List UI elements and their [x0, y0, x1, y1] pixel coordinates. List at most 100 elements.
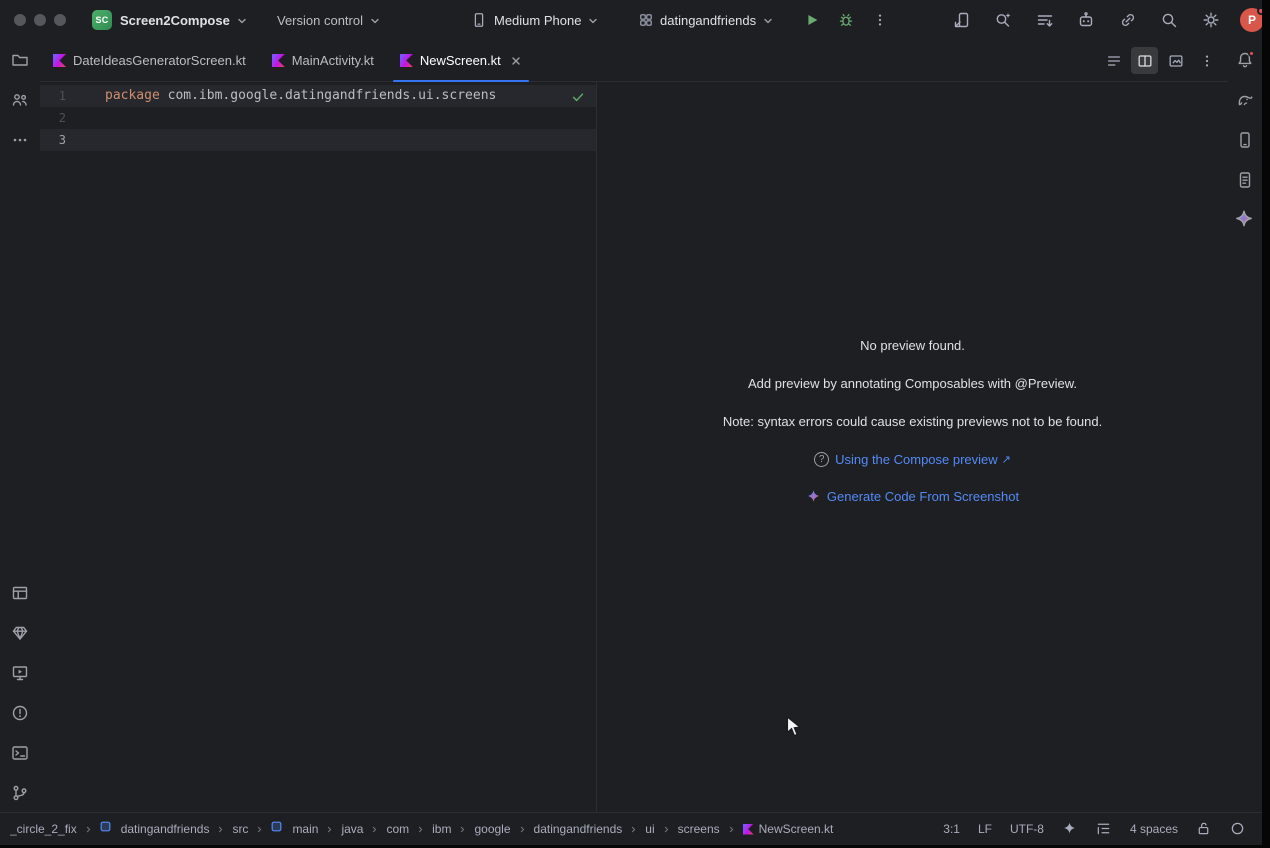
window-close-button[interactable] [14, 14, 26, 26]
caret-position-widget[interactable]: 3:1 [943, 822, 960, 836]
breadcrumb-item[interactable]: main [271, 821, 318, 837]
code-line: 2 [40, 107, 596, 129]
indent-widget[interactable]: 4 spaces [1130, 822, 1178, 836]
breadcrumb-item[interactable]: screens [678, 822, 720, 836]
chevron-right-icon [370, 825, 379, 834]
breadcrumb-label: datingandfriends [534, 822, 623, 836]
kotlin-file-icon [743, 824, 754, 835]
breadcrumb-item[interactable]: com [386, 822, 409, 836]
search-icon[interactable] [1157, 8, 1181, 32]
tab-newscreen[interactable]: NewScreen.kt [387, 40, 535, 81]
device-manager-icon[interactable] [1235, 130, 1255, 150]
version-control-branch-icon[interactable] [10, 783, 30, 803]
build-menu-icon[interactable] [1033, 8, 1057, 32]
running-devices-icon[interactable] [10, 663, 30, 683]
link-plugin-icon[interactable] [1116, 8, 1140, 32]
version-control-label: Version control [277, 13, 363, 28]
device-selector[interactable]: Medium Phone [470, 0, 599, 40]
project-icon: SC [92, 10, 112, 30]
app-module-icon [638, 12, 654, 28]
terminal-icon[interactable] [10, 743, 30, 763]
chevron-down-icon [236, 15, 248, 27]
run-actions [800, 8, 892, 32]
tab-mainactivity[interactable]: MainActivity.kt [259, 40, 387, 81]
breadcrumb-label: ui [645, 822, 654, 836]
ai-search-icon[interactable] [991, 8, 1015, 32]
breadcrumb-item[interactable]: datingandfriends [100, 821, 210, 837]
more-tool-windows-icon[interactable] [10, 130, 30, 150]
run-configuration-selector[interactable]: datingandfriends [638, 0, 774, 40]
compose-preview-help-link[interactable]: ? Using the Compose preview ↗ [814, 452, 1011, 467]
line-separator-widget[interactable]: LF [978, 822, 992, 836]
run-button[interactable] [800, 8, 824, 32]
status-bar: _circle_2_fix datingandfriends src main … [0, 812, 1262, 845]
ai-sparkle-icon[interactable] [1062, 821, 1078, 837]
breadcrumb-label: main [292, 822, 318, 836]
chevron-right-icon [629, 825, 638, 834]
breadcrumb-item-file[interactable]: NewScreen.kt [743, 822, 834, 836]
collaborators-icon[interactable] [10, 90, 30, 110]
code-line: 1 package com.ibm.google.datingandfriend… [40, 85, 596, 107]
split-view-icon[interactable] [1131, 47, 1158, 74]
indent-icon[interactable] [1096, 821, 1112, 837]
close-tab-icon[interactable] [510, 55, 522, 67]
module-icon [100, 821, 116, 837]
encoding-widget[interactable]: UTF-8 [1010, 822, 1044, 836]
version-control-selector[interactable]: Version control [277, 0, 381, 40]
preview-message-add-preview: Add preview by annotating Composables wi… [748, 376, 1077, 392]
device-explorer-icon[interactable] [1235, 170, 1255, 190]
tab-options-icon[interactable] [1193, 47, 1220, 74]
project-selector[interactable]: Screen2Compose [120, 0, 248, 40]
breadcrumb-item[interactable]: datingandfriends [534, 822, 623, 836]
generate-code-from-screenshot-link[interactable]: Generate Code From Screenshot [806, 489, 1019, 504]
chevron-right-icon [84, 825, 93, 834]
profile-avatar[interactable]: P [1240, 8, 1264, 32]
tab-dateideasgeneratorscreen[interactable]: DateIdeasGeneratorScreen.kt [40, 40, 259, 81]
project-folder-icon[interactable] [10, 50, 30, 70]
chevron-right-icon [458, 825, 467, 834]
breadcrumb-item[interactable]: java [341, 822, 363, 836]
breadcrumb-item[interactable]: ibm [432, 822, 451, 836]
breadcrumb-label: screens [678, 822, 720, 836]
code-text [66, 129, 105, 151]
window-minimize-button[interactable] [34, 14, 46, 26]
external-link-icon: ↗ [1002, 453, 1011, 466]
breadcrumb-item[interactable]: google [474, 822, 510, 836]
code-text [66, 107, 105, 129]
window-zoom-button[interactable] [54, 14, 66, 26]
more-actions-icon[interactable] [868, 8, 892, 32]
layout-inspector-icon[interactable] [10, 583, 30, 603]
debug-button[interactable] [834, 8, 858, 32]
problems-icon[interactable] [10, 703, 30, 723]
breadcrumb-item[interactable]: src [232, 822, 248, 836]
code-editor[interactable]: 1 package com.ibm.google.datingandfriend… [40, 82, 596, 812]
assistant-bot-icon[interactable] [1074, 8, 1098, 32]
gradle-icon[interactable] [1235, 90, 1255, 110]
gemini-sparkle-icon [806, 489, 821, 504]
unlock-icon[interactable] [1196, 821, 1212, 837]
chevron-right-icon [662, 825, 671, 834]
titlebar-right-actions: P [950, 8, 1264, 32]
chevron-right-icon [727, 825, 736, 834]
chevron-right-icon [325, 825, 334, 834]
kotlin-file-icon [272, 54, 285, 67]
breadcrumb-item[interactable]: _circle_2_fix [10, 822, 77, 836]
inspection-ok-icon[interactable] [570, 89, 586, 105]
notifications-bell-icon[interactable] [1235, 50, 1255, 70]
design-view-icon[interactable] [1162, 47, 1189, 74]
line-number[interactable]: 3 [40, 129, 66, 151]
chevron-right-icon [518, 825, 527, 834]
code-view-icon[interactable] [1100, 47, 1127, 74]
module-icon [271, 821, 287, 837]
notification-badge [1248, 50, 1255, 57]
preview-message-no-preview: No preview found. [860, 338, 965, 354]
settings-gear-icon[interactable] [1199, 8, 1223, 32]
line-number[interactable]: 2 [40, 107, 66, 129]
device-streaming-icon[interactable] [950, 8, 974, 32]
resource-manager-icon[interactable] [10, 623, 30, 643]
breadcrumb-item[interactable]: ui [645, 822, 654, 836]
avatar-initial: P [1248, 13, 1256, 27]
gemini-assistant-icon[interactable] [1235, 210, 1255, 230]
inspections-widget-icon[interactable] [1230, 821, 1246, 837]
line-number[interactable]: 1 [40, 85, 66, 107]
